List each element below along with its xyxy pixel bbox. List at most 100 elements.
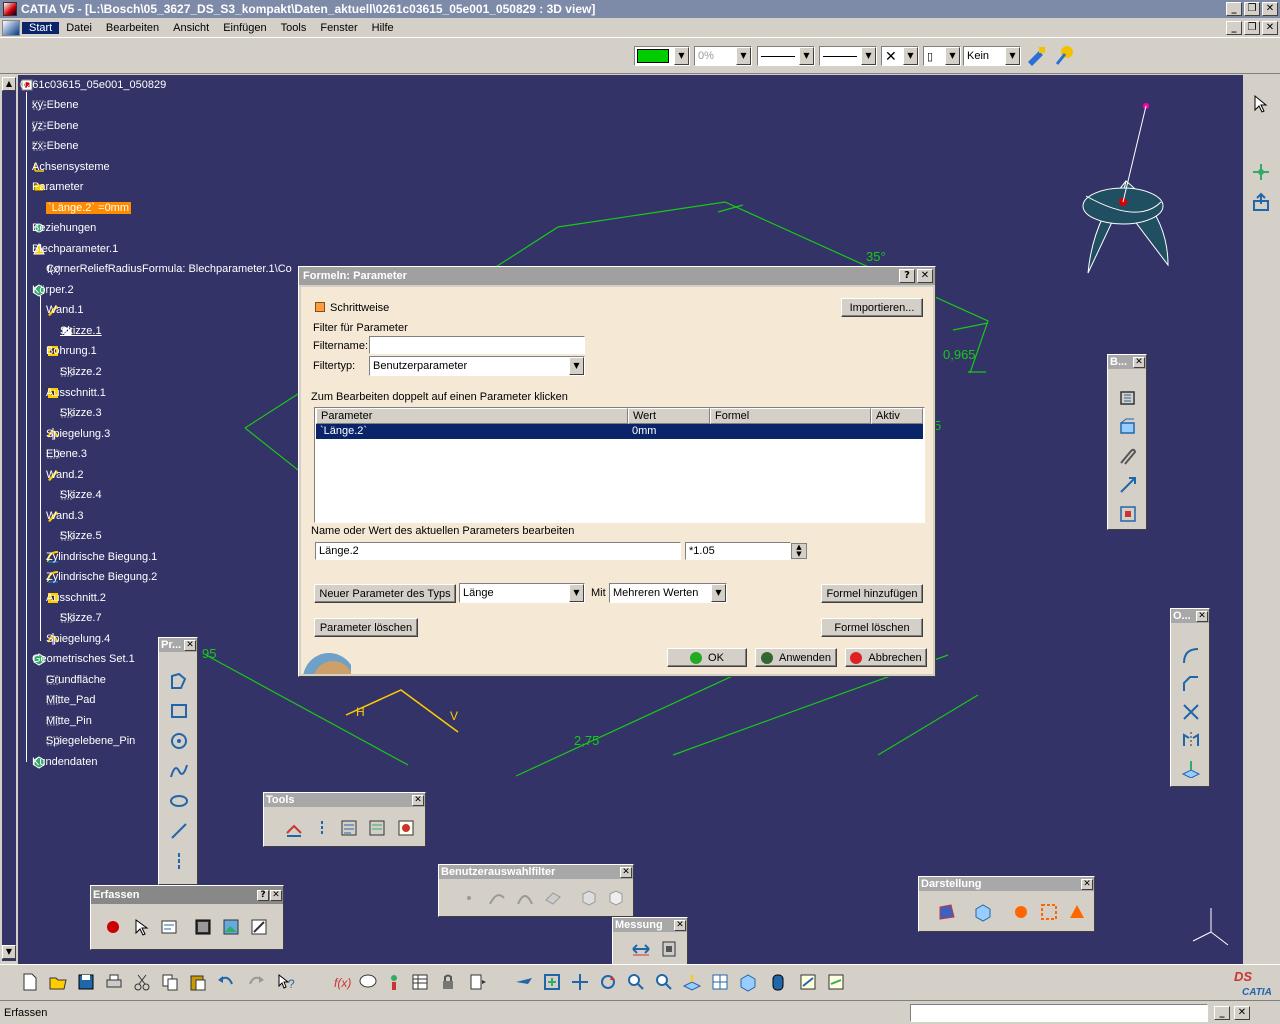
column-header-aktiv[interactable]: Aktiv	[871, 408, 923, 424]
filtername-input[interactable]	[369, 336, 585, 354]
column-header-formel[interactable]: Formel	[710, 408, 871, 424]
value-spinner[interactable]: ▲ ▼	[791, 543, 807, 559]
pan-icon[interactable]	[568, 971, 592, 993]
layer-combo[interactable]: Kein ▼	[963, 46, 1021, 66]
close-button[interactable]: ✕	[1262, 2, 1278, 16]
param-value-input[interactable]: *1.05	[685, 542, 791, 560]
menu-start[interactable]: Start	[22, 21, 60, 34]
corner-icon[interactable]	[1179, 645, 1203, 667]
tree-item-beziehungen[interactable]: Beziehungen	[32, 221, 96, 235]
environment-icon[interactable]	[1037, 901, 1061, 923]
trim-icon[interactable]	[1179, 701, 1203, 723]
tree-root[interactable]: 0261c03615_05e001_050829	[20, 78, 166, 92]
render-style-combo[interactable]: ▯ ▼	[923, 46, 961, 66]
doc-restore-button[interactable]: ❐	[1244, 20, 1260, 35]
dialog-close-button[interactable]: ✕	[917, 269, 933, 283]
help-icon[interactable]: ?	[257, 889, 269, 901]
export-icon[interactable]	[1250, 191, 1272, 213]
param-type-select[interactable]: Länge ▼	[459, 583, 585, 603]
zoom-out-icon[interactable]	[652, 971, 676, 993]
volume-filter-icon[interactable]	[541, 887, 565, 909]
zoom-in-icon[interactable]	[624, 971, 648, 993]
geometric-element-filter-icon[interactable]	[604, 887, 628, 909]
analysis-icon[interactable]	[394, 817, 418, 839]
table-row[interactable]: `Länge.2` 0mm	[316, 424, 923, 439]
curve-filter-icon[interactable]	[485, 887, 509, 909]
copy-icon[interactable]	[158, 971, 182, 993]
tree-item-wand2[interactable]: Wand.2	[46, 468, 84, 482]
filtertyp-select[interactable]: Benutzerparameter ▼	[369, 356, 585, 376]
wall-tool-icon[interactable]	[1116, 416, 1140, 438]
linewidth-combo[interactable]: ▼	[757, 46, 815, 66]
chevron-down-icon[interactable]: ▼	[799, 47, 814, 65]
measure-item-icon[interactable]	[657, 938, 681, 960]
chamfer-icon[interactable]	[1179, 673, 1203, 695]
chevron-down-icon[interactable]: ▼	[711, 584, 726, 602]
construction-icon[interactable]	[310, 817, 334, 839]
tree-item-mitte-pad[interactable]: Mitte_Pad	[46, 693, 96, 707]
redo-icon[interactable]	[244, 971, 268, 993]
render-shading-icon[interactable]	[935, 901, 959, 923]
status-minimize-button[interactable]: _	[1214, 1005, 1230, 1020]
tree-item-zx-ebene[interactable]: zx-Ebene	[32, 139, 78, 153]
linetype-combo[interactable]: ▼	[819, 46, 877, 66]
chevron-down-icon[interactable]: ▼	[736, 47, 751, 65]
grid-snap-icon[interactable]	[282, 817, 306, 839]
menu-fenster[interactable]: Fenster	[313, 22, 364, 34]
tree-item-spiegelung4[interactable]: Spiegelung.4	[46, 632, 110, 646]
shading-icon[interactable]	[766, 971, 790, 993]
close-icon[interactable]: ✕	[270, 889, 282, 901]
chevron-down-icon[interactable]: ▼	[569, 357, 584, 375]
tree-item-spiegelung3[interactable]: Spiegelung.3	[46, 427, 110, 441]
image-icon[interactable]	[219, 916, 243, 938]
tree-item-geom-set1[interactable]: Geometrisches Set.1	[32, 652, 135, 666]
project-icon[interactable]	[1179, 757, 1203, 779]
tree-item-zyl-biegung2[interactable]: Zylindrische Biegung.2	[46, 570, 157, 584]
format-painter-icon[interactable]	[1025, 44, 1049, 66]
lock-icon[interactable]	[436, 971, 460, 993]
restore-button[interactable]: ❐	[1244, 2, 1260, 16]
tree-item-blechparameter[interactable]: Blechparameter.1	[32, 242, 118, 256]
command-input[interactable]	[910, 1003, 1208, 1022]
design-table-icon[interactable]	[408, 971, 432, 993]
capture-options-icon[interactable]	[157, 916, 181, 938]
chevron-down-icon[interactable]: ▼	[569, 584, 584, 602]
fit-all-icon[interactable]	[540, 971, 564, 993]
values-mode-select[interactable]: Mehreren Werten ▼	[609, 583, 727, 603]
import-button[interactable]: Importieren...	[841, 298, 923, 317]
menu-einfuegen[interactable]: Einfügen	[216, 22, 273, 34]
scene-icon[interactable]	[1065, 901, 1089, 923]
bend-tool-icon[interactable]	[1116, 445, 1140, 467]
tree-item-ausschnitt2[interactable]: Ausschnitt.2	[46, 591, 106, 605]
vertical-scrollbar[interactable]: ▲ ▼	[2, 77, 16, 961]
close-icon[interactable]: ✕	[184, 639, 196, 651]
doc-close-button[interactable]: ✕	[1262, 20, 1278, 35]
ok-button[interactable]: OK	[667, 648, 747, 667]
column-header-wert[interactable]: Wert	[628, 408, 710, 424]
param-name-input[interactable]: Länge.2	[315, 542, 681, 560]
select-arrow-icon[interactable]	[1250, 93, 1272, 115]
normal-view-icon[interactable]	[680, 971, 704, 993]
save-icon[interactable]	[74, 971, 98, 993]
record-icon[interactable]	[101, 916, 125, 938]
tree-item-skizze2[interactable]: Skizze.2	[60, 365, 102, 379]
status-close-button[interactable]: ✕	[1234, 1005, 1250, 1020]
tree-item-achsensysteme[interactable]: Achsensysteme	[32, 160, 110, 174]
close-icon[interactable]: ✕	[674, 919, 686, 931]
tree-item-zyl-biegung1[interactable]: Zylindrische Biegung.1	[46, 550, 157, 564]
select-capture-icon[interactable]	[129, 916, 153, 938]
undo-icon[interactable]	[214, 971, 238, 993]
tree-item-skizze7[interactable]: Skizze.7	[60, 611, 102, 625]
schrittweise-checkbox[interactable]	[315, 302, 325, 312]
line-icon[interactable]	[167, 820, 191, 842]
tree-item-skizze4[interactable]: Skizze.4	[60, 488, 102, 502]
doc-minimize-button[interactable]: _	[1226, 20, 1242, 35]
add-formula-button[interactable]: Formel hinzufügen	[821, 584, 923, 603]
chevron-down-icon[interactable]: ▼	[903, 47, 918, 65]
chevron-down-icon[interactable]: ▼	[1005, 47, 1020, 65]
tree-item-corner-relief-formula[interactable]: f(x)CornerReliefRadiusFormula: Blechpara…	[46, 262, 292, 276]
parameter-table[interactable]: Parameter Wert Formel Aktiv `Länge.2` 0m…	[314, 407, 925, 523]
delete-parameter-button[interactable]: Parameter löschen	[314, 618, 418, 637]
document-menu-icon[interactable]	[2, 19, 20, 36]
iso-view-icon[interactable]	[736, 971, 760, 993]
